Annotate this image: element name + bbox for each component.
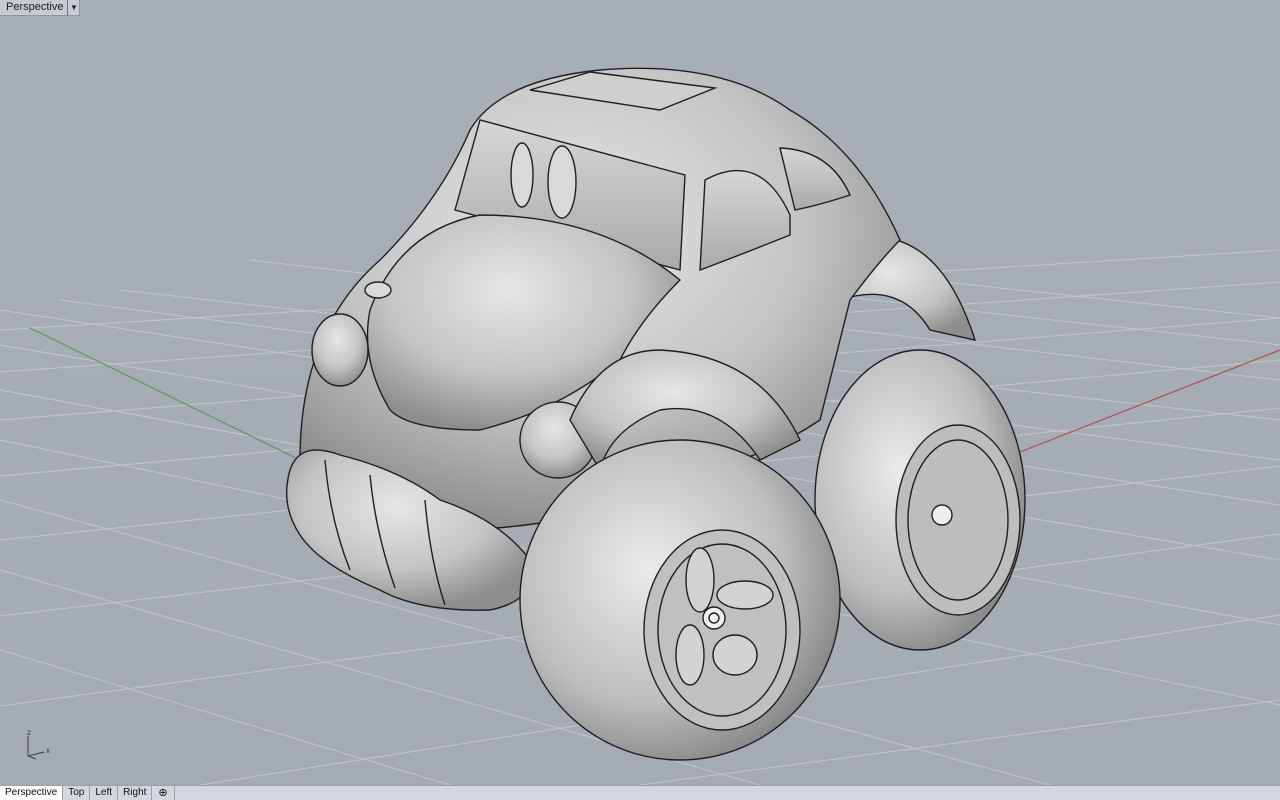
viewport-title-bar[interactable]: Perspective ▼: [0, 0, 81, 16]
tab-top[interactable]: Top: [63, 786, 91, 800]
front-hub: [702, 606, 726, 630]
rhino-window: Perspective ▼ z x Perspective Top Left R…: [0, 0, 1280, 800]
tab-right[interactable]: Right: [118, 786, 153, 800]
triangle-down-icon[interactable]: ▼: [67, 0, 79, 15]
viewport-tab-bar: Perspective Top Left Right ⊕: [0, 785, 1280, 800]
tab-left[interactable]: Left: [90, 786, 119, 800]
top-light: [364, 281, 392, 299]
left-eye: [510, 142, 534, 208]
viewport-scene[interactable]: [0, 0, 1280, 785]
axis-widget: z x: [22, 728, 56, 762]
car-model[interactable]: [285, 67, 1026, 761]
rear-rim: [895, 424, 1021, 616]
tab-perspective[interactable]: Perspective: [0, 786, 64, 800]
perspective-viewport[interactable]: Perspective ▼ z x: [0, 0, 1280, 785]
front-rim: [643, 529, 801, 731]
right-eye: [547, 145, 577, 219]
headlight-left: [311, 313, 369, 387]
viewport-title[interactable]: Perspective: [0, 0, 67, 15]
z-axis-label: z: [27, 728, 31, 737]
x-axis-label: x: [46, 746, 50, 755]
crosshair-plus-icon[interactable]: ⊕: [152, 786, 175, 800]
